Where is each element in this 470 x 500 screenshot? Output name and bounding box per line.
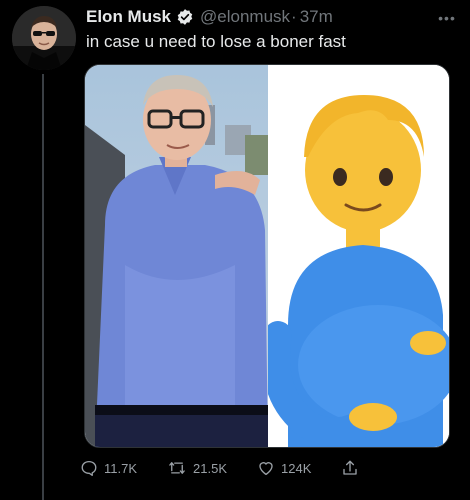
- reply-button[interactable]: 11.7K: [80, 459, 137, 477]
- separator-dot: ·: [291, 7, 297, 26]
- more-options-icon[interactable]: •••: [434, 8, 460, 28]
- retweet-count: 21.5K: [193, 460, 227, 476]
- verified-badge-icon: [176, 8, 194, 26]
- tweet-actions: 11.7K 21.5K 124K: [80, 456, 410, 480]
- tweet-text: in case u need to lose a boner fast: [86, 32, 346, 51]
- avatar[interactable]: [12, 6, 76, 70]
- media-photo-left: [85, 65, 268, 447]
- tweet[interactable]: Elon Musk @elonmusk · 37m ••• in case u …: [0, 0, 470, 500]
- media-photo-right: [268, 65, 449, 447]
- author-name[interactable]: Elon Musk: [86, 6, 171, 28]
- thread-line: [42, 74, 44, 500]
- share-icon: [343, 460, 358, 475]
- heart-icon: [259, 462, 273, 476]
- tweet-media[interactable]: [84, 64, 450, 448]
- retweet-button[interactable]: 21.5K: [167, 459, 227, 477]
- like-count: 124K: [281, 460, 312, 476]
- retweet-icon: [169, 462, 185, 474]
- share-button[interactable]: [341, 459, 365, 477]
- tweet-timestamp[interactable]: 37m: [300, 6, 333, 28]
- avatar-image: [12, 6, 76, 70]
- reply-icon: [81, 460, 97, 476]
- tweet-header: Elon Musk @elonmusk · 37m: [86, 6, 430, 28]
- author-handle[interactable]: @elonmusk: [200, 6, 290, 28]
- like-button[interactable]: 124K: [257, 459, 311, 477]
- reply-count: 11.7K: [104, 460, 138, 476]
